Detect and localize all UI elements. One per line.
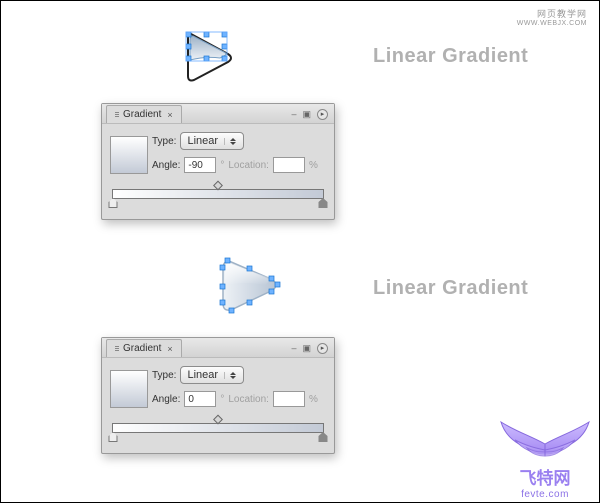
wings-icon — [497, 412, 593, 464]
type-select[interactable]: Linear — [180, 366, 244, 384]
panel-window-controls: – ▣ ▸ — [291, 105, 328, 123]
collapse-icon[interactable]: ▣ — [302, 343, 311, 354]
label-linear-gradient-top: Linear Gradient — [373, 45, 528, 68]
gradient-ramp[interactable] — [112, 423, 324, 433]
angle-label: Angle: — [152, 394, 180, 405]
tab-grip-icon — [115, 346, 119, 351]
panel-menu-icon[interactable]: ▸ — [317, 343, 328, 354]
watermark-line1: 网页教学网 — [517, 9, 587, 20]
chevrons-icon — [224, 372, 238, 379]
type-value: Linear — [187, 135, 218, 147]
location-label: Location: — [228, 394, 269, 405]
artwork-top — [176, 26, 246, 90]
degree-symbol: ° — [220, 394, 224, 405]
webjx-watermark: 网页教学网 WWW.WEBJX.COM — [517, 9, 587, 28]
swatch-preview — [111, 137, 147, 173]
tab-label: Gradient — [123, 109, 161, 120]
label-linear-gradient-bottom: Linear Gradient — [373, 277, 528, 300]
gradient-panel-1: Gradient × – ▣ ▸ Type: Linear — [101, 103, 335, 220]
gradient-swatch[interactable] — [110, 136, 148, 174]
angle-input[interactable]: -90 — [184, 157, 216, 173]
play-shape-stroke — [176, 26, 246, 90]
gradient-ramp[interactable] — [112, 189, 324, 199]
gradient-slider[interactable] — [110, 189, 326, 199]
panel-window-controls: – ▣ ▸ — [291, 339, 328, 357]
location-label: Location: — [228, 160, 269, 171]
play-shape-fill — [211, 251, 291, 323]
panel-menu-icon[interactable]: ▸ — [317, 109, 328, 120]
gradient-tab[interactable]: Gradient × — [106, 339, 182, 357]
panel-body: Type: Linear Angle: -90 ° Location: % — [102, 124, 334, 219]
angle-label: Angle: — [152, 160, 180, 171]
type-label: Type: — [152, 370, 176, 381]
watermark-line2: WWW.WEBJX.COM — [517, 20, 587, 28]
percent-symbol: % — [309, 394, 318, 405]
degree-symbol: ° — [220, 160, 224, 171]
minimize-icon[interactable]: – — [291, 109, 296, 119]
minimize-icon[interactable]: – — [291, 343, 296, 353]
panel-header[interactable]: Gradient × – ▣ ▸ — [102, 104, 334, 124]
location-input[interactable] — [273, 391, 305, 407]
logo-brand-text: 飞特网 — [520, 469, 571, 488]
gradient-panel-2: Gradient × – ▣ ▸ Type: Linear — [101, 337, 335, 454]
chevrons-icon — [224, 138, 238, 145]
gradient-swatch[interactable] — [110, 370, 148, 408]
percent-symbol: % — [309, 160, 318, 171]
logo-url: fevte.com — [497, 489, 593, 500]
type-value: Linear — [187, 369, 218, 381]
swatch-preview — [111, 371, 147, 407]
close-icon[interactable]: × — [167, 344, 172, 354]
collapse-icon[interactable]: ▣ — [302, 109, 311, 120]
panel-header[interactable]: Gradient × – ▣ ▸ — [102, 338, 334, 358]
tab-grip-icon — [115, 112, 119, 117]
fevte-logo: 飞特网 fevte.com — [497, 412, 593, 500]
type-select[interactable]: Linear — [180, 132, 244, 150]
logo-brand: 飞特网 — [497, 464, 593, 489]
location-input[interactable] — [273, 157, 305, 173]
close-icon[interactable]: × — [167, 110, 172, 120]
artwork-bottom — [211, 251, 291, 323]
tab-label: Gradient — [123, 343, 161, 354]
type-label: Type: — [152, 136, 176, 147]
panel-body: Type: Linear Angle: 0 ° Location: % — [102, 358, 334, 453]
gradient-tab[interactable]: Gradient × — [106, 105, 182, 123]
midpoint-diamond-icon[interactable] — [213, 181, 223, 191]
gradient-slider[interactable] — [110, 423, 326, 433]
angle-input[interactable]: 0 — [184, 391, 216, 407]
midpoint-diamond-icon[interactable] — [213, 415, 223, 425]
